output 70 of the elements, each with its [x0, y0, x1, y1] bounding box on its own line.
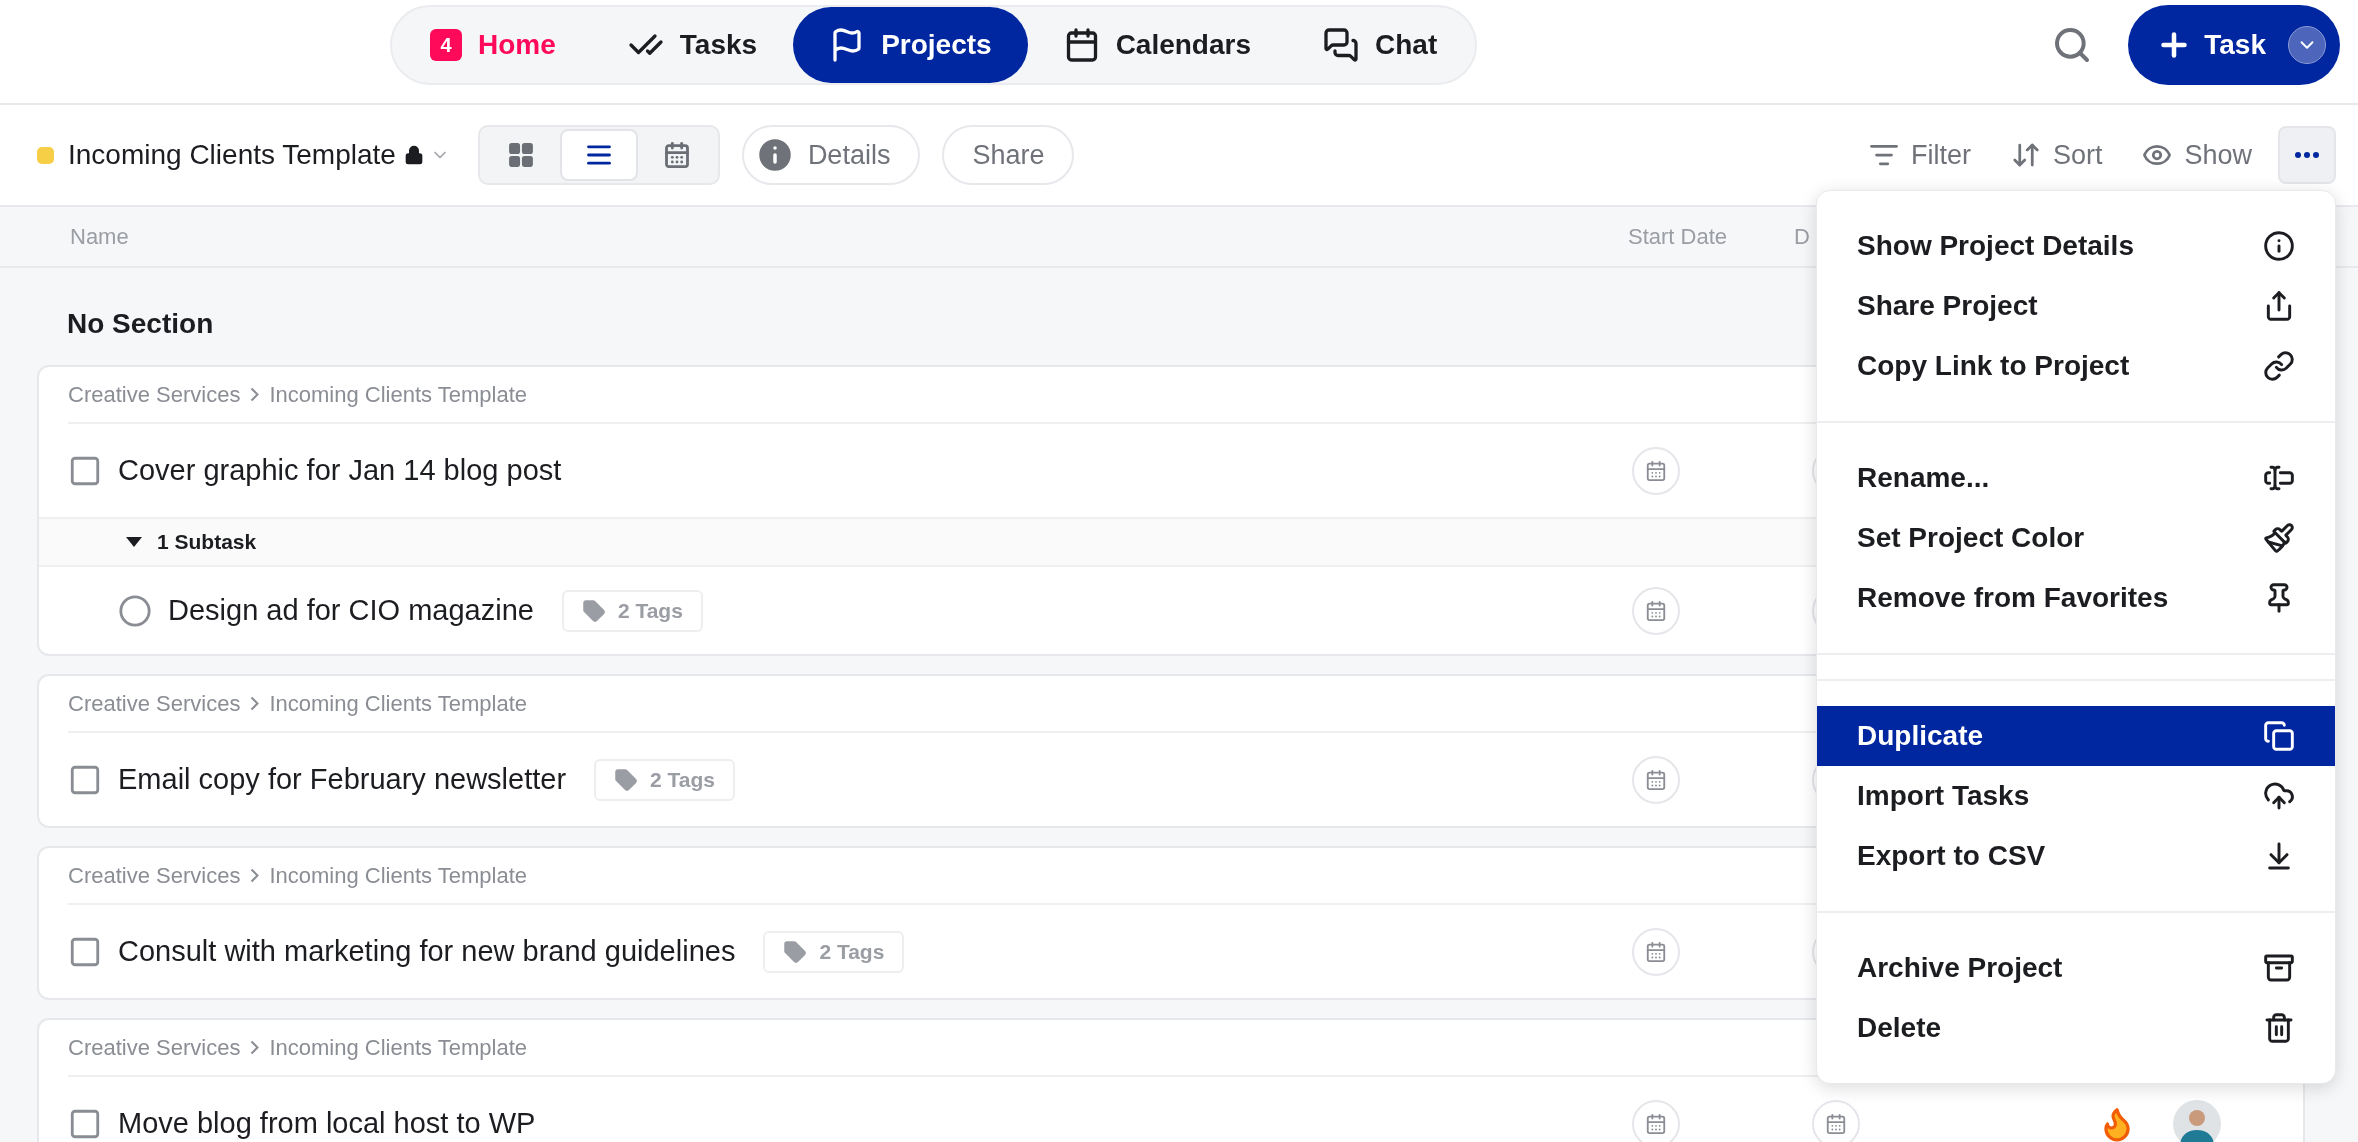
nav-tab[interactable]: Chat — [1287, 7, 1474, 83]
calendar-icon — [662, 141, 691, 169]
chevron-icon — [250, 1040, 260, 1055]
info-icon — [2263, 230, 2295, 262]
menu-item[interactable]: Duplicate — [1817, 706, 2335, 766]
chevron-icon — [250, 387, 260, 402]
menu-item[interactable]: Copy Link to Project — [1817, 336, 2335, 396]
menu-item[interactable]: Delete — [1817, 998, 2335, 1058]
list-view-button[interactable] — [559, 129, 638, 181]
calendar-icon — [1825, 1112, 1847, 1135]
calendar-icon — [1645, 1112, 1667, 1135]
task-title: Move blog from local host to WP — [118, 1107, 536, 1140]
calendar-icon — [1645, 768, 1667, 791]
nav-tab[interactable]: 4 Home — [394, 7, 592, 83]
start-date-button[interactable] — [1632, 927, 1680, 976]
tag-icon — [614, 767, 639, 792]
menu-item[interactable]: Import Tasks — [1817, 766, 2335, 826]
chat-icon — [1323, 27, 1360, 63]
lock-icon — [403, 145, 424, 165]
subtask-count[interactable]: 1 Subtask — [157, 530, 257, 554]
task-title: Design ad for CIO magazine — [168, 594, 534, 627]
calendar-icon — [1645, 459, 1667, 482]
toolbar-button[interactable]: Sort — [1990, 126, 2123, 184]
copy-icon — [2263, 720, 2295, 752]
calendar-icon — [1645, 599, 1667, 622]
task-title: Consult with marketing for new brand guidelines — [118, 935, 736, 968]
calendar-icon — [1645, 940, 1667, 963]
menu-item[interactable]: Rename... — [1817, 448, 2335, 508]
nav-tab[interactable]: Projects — [793, 7, 1028, 83]
chevron-icon — [250, 868, 260, 883]
nav-tab[interactable]: Tasks — [591, 7, 794, 83]
start-date-button[interactable] — [1632, 1099, 1680, 1142]
column-header: Start Date — [1628, 223, 1728, 250]
column-header: Name — [70, 223, 129, 250]
menu-item[interactable]: Remove from Favorites — [1817, 568, 2335, 628]
menu-item[interactable]: Archive Project — [1817, 938, 2335, 998]
nav-tab[interactable]: Calendars — [1027, 7, 1288, 83]
cloud-upload-icon — [2263, 780, 2295, 812]
menu-item[interactable]: Show Project Details — [1817, 216, 2335, 276]
toolbar-button[interactable]: Filter — [1848, 126, 1991, 184]
avatar[interactable] — [2173, 1099, 2221, 1142]
task-title: Email copy for February newsletter — [118, 763, 567, 796]
project-title[interactable]: Incoming Clients Template — [68, 139, 396, 171]
share-button[interactable]: Share — [942, 125, 1075, 185]
triangle-icon[interactable] — [125, 536, 143, 548]
section-title: No Section — [67, 308, 214, 340]
more-button[interactable] — [2278, 126, 2336, 184]
link-icon — [2263, 350, 2295, 382]
notification-badge: 4 — [430, 29, 462, 61]
toolbar-button[interactable]: Show — [2122, 126, 2272, 184]
menu-item[interactable]: Set Project Color — [1817, 508, 2335, 568]
start-date-button[interactable] — [1632, 755, 1680, 804]
start-date-button[interactable] — [1632, 586, 1680, 635]
tag-icon — [783, 939, 808, 964]
chevron-icon — [250, 696, 260, 711]
menu-item[interactable]: Export to CSV — [1817, 826, 2335, 886]
task-title: Cover graphic for Jan 14 blog post — [118, 454, 562, 487]
trash-icon — [2263, 1012, 2295, 1044]
more-icon — [2295, 152, 2319, 158]
start-date-button[interactable] — [1632, 446, 1680, 495]
radio-circle[interactable] — [118, 593, 152, 628]
menu-item[interactable]: Share Project — [1817, 276, 2335, 336]
brush-icon — [2263, 522, 2295, 554]
archive-icon — [2263, 952, 2295, 984]
details-button[interactable]: Details — [741, 125, 921, 185]
tag-icon — [581, 598, 606, 623]
new-task-button[interactable]: Task — [2128, 5, 2340, 85]
column-header: D — [1794, 223, 1810, 250]
grid-icon — [506, 141, 535, 169]
due-date-button[interactable] — [1812, 1099, 1860, 1142]
